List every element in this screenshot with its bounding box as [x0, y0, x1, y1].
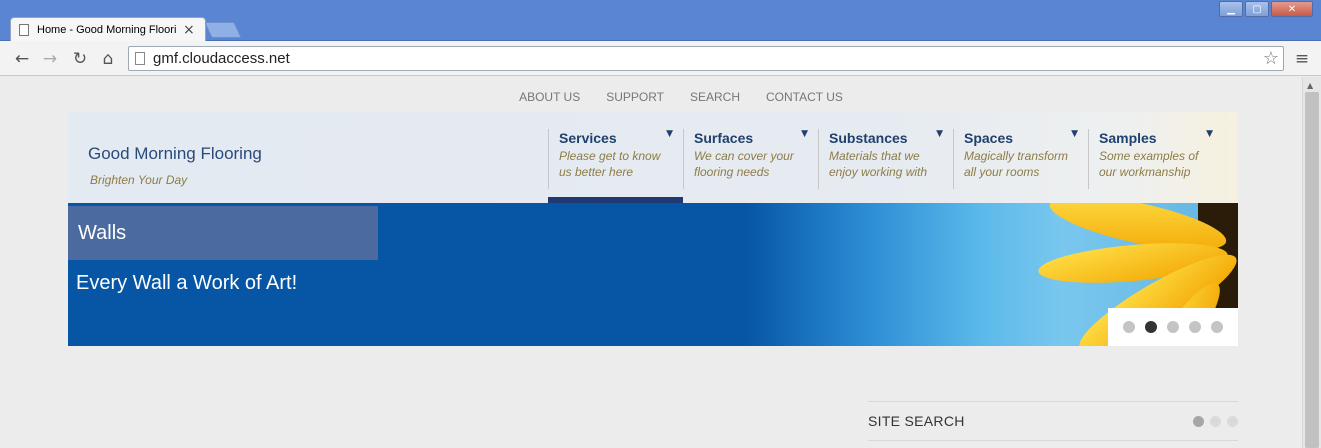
- top-navigation: ABOUT US SUPPORT SEARCH CONTACT US: [0, 90, 1302, 104]
- nav-item-samples[interactable]: Samples ▼ Some examples of our workmansh…: [1088, 129, 1223, 189]
- slide-caption: Every Wall a Work of Art!: [76, 272, 298, 294]
- caret-down-icon: ▼: [1206, 129, 1213, 139]
- slide-dot-2[interactable]: [1145, 321, 1157, 333]
- nav-item-substances[interactable]: Substances ▼ Materials that we enjoy wor…: [818, 129, 953, 189]
- slide-dot-1[interactable]: [1123, 321, 1135, 333]
- nav-item-surfaces[interactable]: Surfaces ▼ We can cover your flooring ne…: [683, 129, 818, 189]
- url-text[interactable]: gmf.cloudaccess.net: [153, 50, 290, 67]
- caret-down-icon: ▼: [1071, 129, 1078, 139]
- site-search-module: SITE SEARCH: [868, 401, 1238, 441]
- back-arrow-icon[interactable]: ←: [12, 49, 32, 69]
- module-pager: [1193, 416, 1238, 427]
- browser-toolbar: ← → ↻ ⌂ gmf.cloudaccess.net ☆ ≡: [0, 41, 1321, 76]
- hero-slideshow: Walls Every Wall a Work of Art!: [68, 203, 1238, 346]
- slide-pager: [1108, 308, 1238, 346]
- nav-item-description: Magically transform all your rooms: [964, 149, 1069, 179]
- slide-dot-4[interactable]: [1189, 321, 1201, 333]
- caret-down-icon: ▼: [801, 129, 808, 139]
- vertical-scrollbar[interactable]: ▲: [1302, 77, 1321, 448]
- nav-item-label: Spaces: [964, 130, 1014, 146]
- site-header: Good Morning Flooring Brighten Your Day …: [68, 112, 1238, 203]
- slide-dot-3[interactable]: [1167, 321, 1179, 333]
- slide-category-label: Walls: [78, 222, 127, 244]
- site-tagline: Brighten Your Day: [90, 173, 188, 187]
- scrollbar-thumb[interactable]: [1305, 92, 1319, 448]
- star-icon[interactable]: ☆: [1263, 48, 1279, 69]
- address-bar[interactable]: gmf.cloudaccess.net ☆: [128, 46, 1284, 71]
- page-viewport: ABOUT US SUPPORT SEARCH CONTACT US Good …: [0, 77, 1302, 448]
- nav-item-description: Some examples of our workmanship: [1099, 149, 1199, 179]
- tab-title: Home - Good Morning Flooring: [37, 24, 177, 36]
- page-icon: [19, 24, 29, 36]
- nav-item-description: We can cover your flooring needs: [694, 149, 794, 179]
- main-navigation: Services ▼ Please get to know us better …: [548, 129, 1223, 189]
- caret-down-icon: ▼: [666, 129, 673, 139]
- topnav-contact-us[interactable]: CONTACT US: [766, 90, 843, 104]
- topnav-search[interactable]: SEARCH: [690, 90, 740, 104]
- slide-category: Walls: [68, 206, 378, 260]
- forward-arrow-icon[interactable]: →: [40, 49, 60, 69]
- module-pager-dot-1[interactable]: [1193, 416, 1204, 427]
- module-pager-dot-3[interactable]: [1227, 416, 1238, 427]
- window-controls: ▁ ▢ ✕: [1219, 1, 1313, 17]
- caret-down-icon: ▼: [936, 129, 943, 139]
- site-name[interactable]: Good Morning Flooring: [88, 144, 262, 164]
- nav-item-label: Surfaces: [694, 130, 754, 146]
- maximize-button[interactable]: ▢: [1245, 1, 1269, 17]
- scroll-up-icon[interactable]: ▲: [1307, 81, 1313, 90]
- module-pager-dot-2[interactable]: [1210, 416, 1221, 427]
- minimize-button[interactable]: ▁: [1219, 1, 1243, 17]
- topnav-about-us[interactable]: ABOUT US: [519, 90, 580, 104]
- nav-item-services[interactable]: Services ▼ Please get to know us better …: [548, 129, 683, 189]
- nav-item-label: Substances: [829, 130, 908, 146]
- topnav-support[interactable]: SUPPORT: [606, 90, 664, 104]
- nav-item-label: Services: [559, 130, 617, 146]
- site-search-heading: SITE SEARCH: [868, 413, 965, 429]
- reload-icon[interactable]: ↻: [70, 49, 90, 69]
- browser-tab[interactable]: Home - Good Morning Flooring ×: [10, 17, 206, 42]
- home-icon[interactable]: ⌂: [98, 49, 118, 69]
- nav-item-label: Samples: [1099, 130, 1157, 146]
- nav-item-spaces[interactable]: Spaces ▼ Magically transform all your ro…: [953, 129, 1088, 189]
- close-window-button[interactable]: ✕: [1271, 1, 1313, 17]
- window-titlebar: Home - Good Morning Flooring × ▁ ▢ ✕: [0, 0, 1321, 42]
- nav-item-description: Materials that we enjoy working with: [829, 149, 928, 179]
- page-icon: [135, 52, 145, 65]
- new-tab-button[interactable]: [204, 22, 242, 38]
- menu-icon[interactable]: ≡: [1292, 49, 1312, 69]
- slide-dot-5[interactable]: [1211, 321, 1223, 333]
- tab-close-icon[interactable]: ×: [183, 22, 195, 38]
- nav-item-description: Please get to know us better here: [559, 149, 661, 179]
